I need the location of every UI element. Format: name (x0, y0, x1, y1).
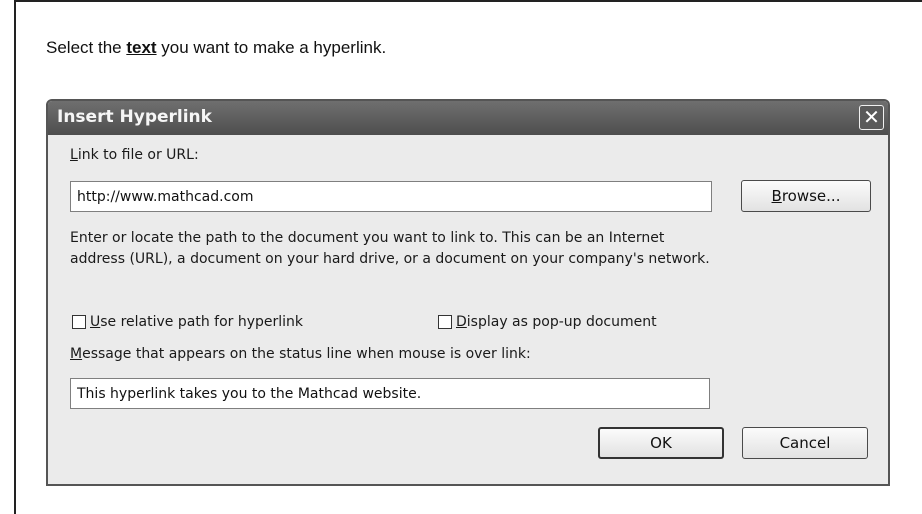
popup-checkbox[interactable] (438, 315, 452, 329)
link-label-mnemonic: L (70, 147, 78, 163)
link-label: Link to file or URL: (70, 147, 199, 163)
description-line-2: address (URL), a document on your hard d… (70, 251, 710, 267)
instruction-after: you want to make a hyperlink. (156, 38, 387, 57)
cancel-button[interactable]: Cancel (742, 427, 868, 459)
frame-left-border (14, 0, 16, 514)
url-input[interactable] (70, 181, 712, 212)
dialog-titlebar[interactable]: Insert Hyperlink ✕ (48, 101, 888, 135)
popup-text: isplay as pop-up document (466, 314, 657, 330)
browse-label: rowse... (781, 187, 841, 205)
close-icon: ✕ (863, 105, 880, 129)
close-button[interactable]: ✕ (859, 105, 884, 130)
description-line-1: Enter or locate the path to the document… (70, 230, 665, 246)
relative-path-text: se relative path for hyperlink (100, 314, 304, 330)
message-label-mnemonic: M (70, 346, 83, 362)
dialog-body: Link to file or URL: Browse... Enter or … (48, 135, 888, 484)
popup-option[interactable]: Display as pop-up document (438, 314, 657, 330)
frame-top-border (14, 0, 922, 2)
message-label: Message that appears on the status line … (70, 346, 531, 362)
dialog-title: Insert Hyperlink (57, 107, 212, 127)
relative-path-checkbox[interactable] (72, 315, 86, 329)
ok-button[interactable]: OK (598, 427, 724, 459)
browse-button[interactable]: Browse... (741, 180, 871, 212)
browse-mnemonic: B (771, 187, 782, 205)
description-text: Enter or locate the path to the document… (70, 228, 710, 270)
status-message-input[interactable] (70, 378, 710, 409)
relative-path-option[interactable]: Use relative path for hyperlink (72, 314, 303, 330)
link-label-text: ink to file or URL: (77, 147, 199, 163)
instruction-text: Select the text you want to make a hyper… (46, 38, 386, 58)
instruction-before: Select the (46, 38, 127, 57)
popup-mnemonic: D (456, 314, 467, 330)
relative-path-label: Use relative path for hyperlink (90, 314, 303, 330)
insert-hyperlink-dialog: Insert Hyperlink ✕ Link to file or URL: … (46, 99, 890, 486)
popup-label: Display as pop-up document (456, 314, 657, 330)
page: Select the text you want to make a hyper… (0, 0, 922, 514)
instruction-emphasis: text (126, 38, 157, 57)
message-label-text: essage that appears on the status line w… (82, 346, 531, 362)
relative-path-mnemonic: U (90, 314, 101, 330)
